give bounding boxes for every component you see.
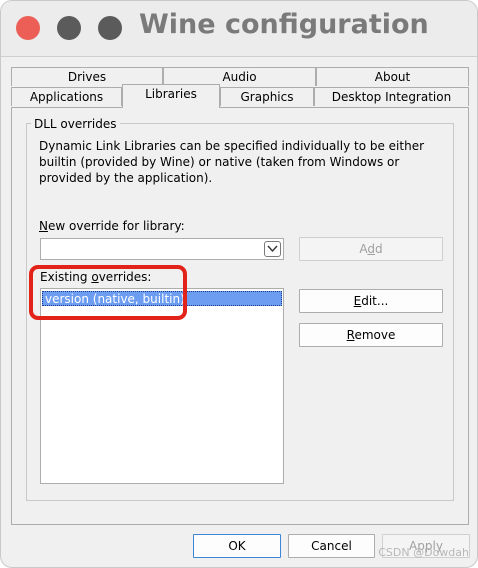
tab-libraries[interactable]: Libraries bbox=[122, 84, 220, 108]
remove-button[interactable]: Remove bbox=[299, 323, 443, 347]
new-override-label-text: ew override for library: bbox=[47, 219, 185, 233]
group-title: DLL overrides bbox=[31, 117, 120, 131]
new-override-label-mnemonic: N bbox=[39, 219, 48, 233]
annotation-highlight-box bbox=[29, 265, 187, 320]
add-label-mnemonic: d bbox=[367, 242, 375, 256]
maximize-window-button[interactable] bbox=[98, 16, 122, 40]
add-label-post: d bbox=[375, 242, 383, 256]
chevron-down-icon[interactable] bbox=[264, 241, 281, 257]
tab-desktop-integration[interactable]: Desktop Integration bbox=[314, 87, 469, 106]
title-bar[interactable]: Wine configuration bbox=[1, 1, 477, 57]
close-window-button[interactable] bbox=[16, 16, 40, 40]
window-title: Wine configuration bbox=[139, 9, 429, 40]
tab-graphics[interactable]: Graphics bbox=[220, 87, 314, 106]
description-text: Dynamic Link Libraries can be specified … bbox=[39, 139, 425, 185]
edit-label-post: dit... bbox=[361, 294, 389, 308]
ok-button[interactable]: OK bbox=[193, 534, 281, 558]
new-override-label: New override for library: bbox=[39, 219, 185, 233]
add-button[interactable]: Add bbox=[299, 237, 443, 261]
tab-about[interactable]: About bbox=[316, 67, 469, 86]
library-combobox[interactable] bbox=[40, 238, 284, 260]
minimize-window-button[interactable] bbox=[57, 16, 81, 40]
edit-button[interactable]: Edit... bbox=[299, 289, 443, 313]
watermark-text: CSDN @Dowdah bbox=[378, 546, 469, 559]
tab-applications[interactable]: Applications bbox=[11, 87, 122, 106]
cancel-button[interactable]: Cancel bbox=[288, 534, 375, 558]
remove-label-post: emove bbox=[354, 328, 396, 342]
wine-config-window: Wine configuration Drives Audio About Ap… bbox=[0, 0, 478, 568]
